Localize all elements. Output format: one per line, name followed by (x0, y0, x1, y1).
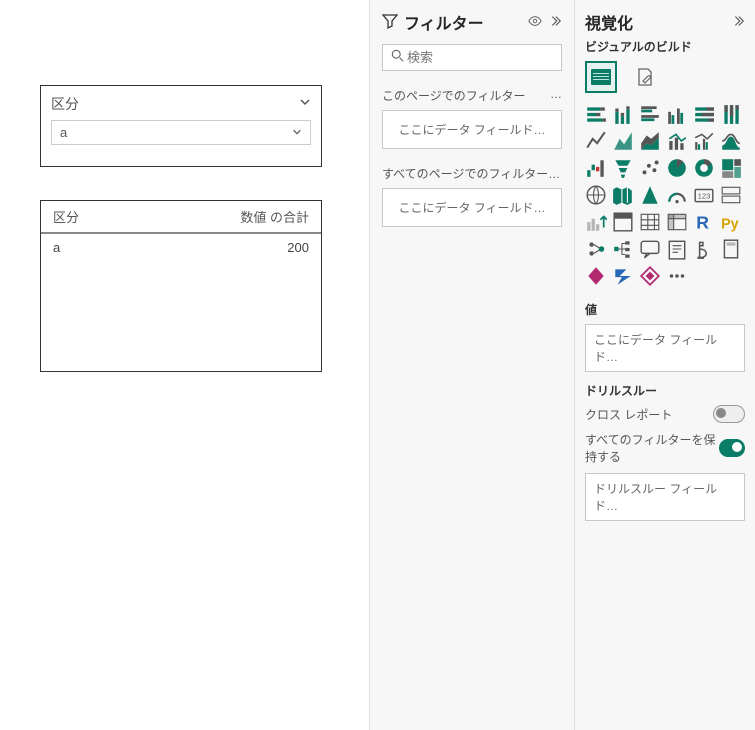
viz-type-gauge[interactable] (666, 184, 688, 206)
table-row[interactable]: a 200 (41, 233, 321, 261)
filter-section-label: すべてのページでのフィルター… (382, 165, 560, 182)
table-header: 数値 の合計 (139, 201, 321, 233)
viz-type-table[interactable] (639, 211, 661, 233)
viz-type-treemap[interactable] (720, 157, 742, 179)
values-label: 値 (585, 301, 745, 318)
filters-panel: フィルター このページでのフィルター … ここにデータ フィールド… すべてのペ… (369, 0, 574, 730)
drillthrough-drop[interactable]: ドリルスルー フィールド… (585, 473, 745, 521)
viz-type-stacked-area[interactable] (639, 130, 661, 152)
more-icon[interactable]: … (550, 87, 562, 104)
visual-type-grid: 123 R Py (585, 103, 745, 287)
viz-type-kpi[interactable] (585, 211, 607, 233)
slicer-dropdown[interactable]: a (51, 120, 311, 145)
eye-icon[interactable] (528, 14, 542, 31)
viz-type-key-influencers[interactable] (585, 238, 607, 260)
viz-type-matrix[interactable] (666, 211, 688, 233)
filter-icon (382, 13, 398, 32)
viz-type-decomposition-tree[interactable] (612, 238, 634, 260)
svg-text:Py: Py (721, 217, 739, 233)
viz-type-100-stacked-bar[interactable] (693, 103, 715, 125)
viz-type-qa[interactable] (639, 238, 661, 260)
search-field[interactable] (405, 49, 585, 66)
viz-type-power-automate[interactable] (612, 265, 634, 287)
viz-type-scatter[interactable] (639, 157, 661, 179)
filter-section-label: このページでのフィルター (382, 87, 526, 104)
viz-type-donut[interactable] (693, 157, 715, 179)
viz-type-narrative[interactable] (666, 238, 688, 260)
keep-filters-toggle[interactable] (719, 439, 745, 457)
viz-type-r-visual[interactable]: R (693, 211, 715, 233)
svg-text:R: R (696, 213, 709, 233)
viz-type-slicer[interactable] (612, 211, 634, 233)
viz-type-stacked-bar[interactable] (585, 103, 607, 125)
values-drop[interactable]: ここにデータ フィールド… (585, 324, 745, 372)
tab-format[interactable] (629, 61, 661, 93)
table-cell: a (41, 233, 139, 261)
drill-label: ドリルスルー (585, 382, 745, 399)
filter-drop-page[interactable]: ここにデータ フィールド… (382, 110, 562, 149)
keep-filters-label: すべてのフィルターを保持する (585, 431, 719, 465)
slicer-title: 区分 (41, 86, 321, 120)
table-header: 区分 (41, 201, 139, 233)
panel-title: 視覚化 (585, 10, 725, 34)
viz-type-multi-card[interactable] (720, 184, 742, 206)
panel-title: フィルター (404, 10, 522, 34)
viz-type-ribbon[interactable] (720, 130, 742, 152)
visualizations-panel: 視覚化 ビジュアルのビルド 123 R Py 値 ここにデータ フィールド… ドリル… (574, 0, 755, 730)
chevron-down-icon[interactable] (299, 96, 311, 111)
svg-text:123: 123 (698, 191, 711, 200)
viz-type-waterfall[interactable] (585, 157, 607, 179)
viz-type-more[interactable] (666, 265, 688, 287)
viz-type-line-clustered-column[interactable] (693, 130, 715, 152)
slicer-value: a (60, 125, 67, 140)
viz-type-line-stacked-column[interactable] (666, 130, 688, 152)
search-icon (391, 49, 405, 66)
viz-type-area[interactable] (612, 130, 634, 152)
viz-type-py-visual[interactable]: Py (720, 211, 742, 233)
viz-type-map[interactable] (585, 184, 607, 206)
tab-build[interactable] (585, 61, 617, 93)
expand-icon[interactable] (548, 14, 562, 31)
cross-report-label: クロス レポート (585, 406, 672, 423)
viz-type-100-stacked-column[interactable] (720, 103, 742, 125)
report-canvas[interactable]: 区分 a 区分 数値 の合計 a 200 (0, 0, 369, 730)
cross-report-toggle[interactable] (713, 405, 745, 423)
viz-type-line[interactable] (585, 130, 607, 152)
viz-type-filled-map[interactable] (612, 184, 634, 206)
expand-icon[interactable] (731, 14, 745, 31)
viz-type-paginated-report[interactable] (720, 238, 742, 260)
viz-type-stacked-column[interactable] (612, 103, 634, 125)
filter-drop-all[interactable]: ここにデータ フィールド… (382, 188, 562, 227)
viz-type-funnel[interactable] (612, 157, 634, 179)
viz-type-power-apps[interactable] (585, 265, 607, 287)
viz-type-pie[interactable] (666, 157, 688, 179)
build-label: ビジュアルのビルド (585, 38, 745, 55)
chevron-down-icon (292, 125, 302, 140)
viz-type-goals[interactable] (693, 238, 715, 260)
viz-type-card[interactable]: 123 (693, 184, 715, 206)
search-input[interactable] (382, 44, 562, 71)
table-cell: 200 (139, 233, 321, 261)
viz-type-clustered-bar[interactable] (639, 103, 661, 125)
table-visual[interactable]: 区分 数値 の合計 a 200 (40, 200, 322, 372)
viz-type-app-source[interactable] (639, 265, 661, 287)
viz-type-azure-map[interactable] (639, 184, 661, 206)
viz-type-clustered-column[interactable] (666, 103, 688, 125)
slicer-visual[interactable]: 区分 a (40, 85, 322, 167)
